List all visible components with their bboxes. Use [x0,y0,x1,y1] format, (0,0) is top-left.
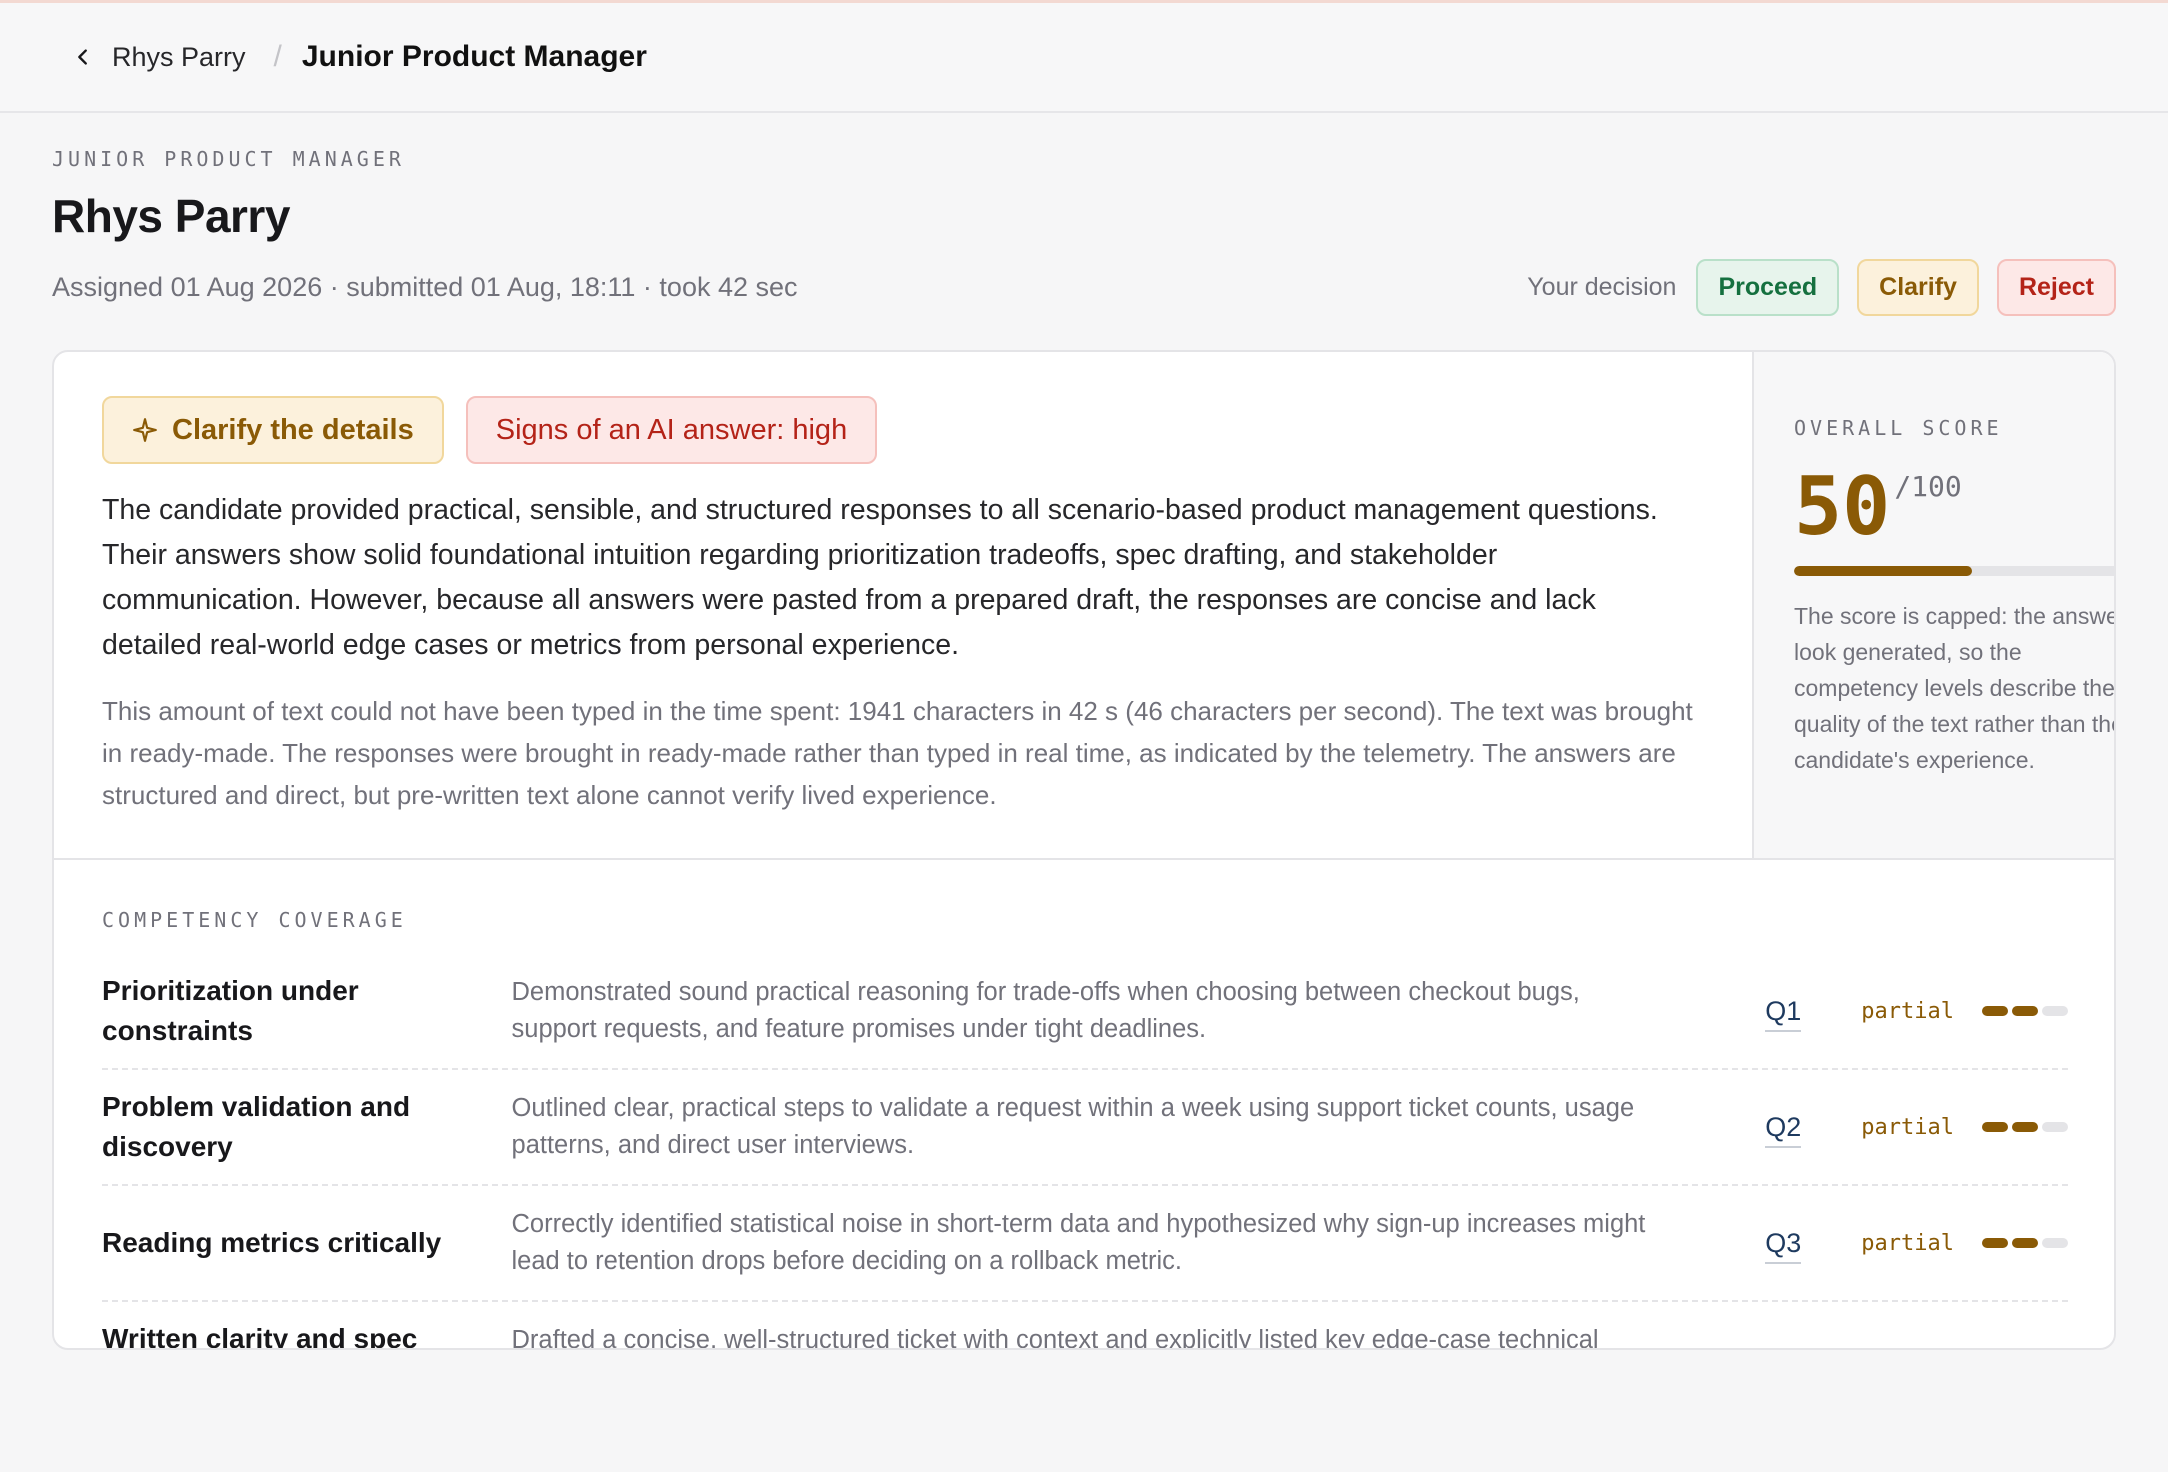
verdict-pill-label: Clarify the details [172,413,414,446]
competency-list: Prioritization under constraints Demonstr… [102,954,2068,1350]
back-button[interactable]: Rhys Parry [72,42,246,73]
level-meter [1982,1006,2068,1016]
competency-row: Written clarity and spec quality Drafted … [102,1302,2068,1350]
telemetry-note: This amount of text could not have been … [102,696,1693,810]
competency-level: partial [1861,998,1954,1024]
score-note: The score is capped: the answers look ge… [1794,603,2116,773]
question-link[interactable]: Q4 [1765,1343,1802,1348]
main-content: JUNIOR PRODUCT MANAGER Rhys Parry Assign… [0,147,2168,1350]
level-segment [1982,1122,2008,1132]
page-title: Rhys Parry [52,190,290,242]
level-meter [1982,1122,2068,1132]
score-eyebrow: OVERALL SCORE [1794,416,2003,440]
score-max: /100 [1894,470,1962,503]
competency-level: partial [1861,1230,1954,1256]
score-value: 50 [1794,460,1891,553]
competency-coverage: COMPETENCY COVERAGE Prioritization under… [54,860,2114,1350]
level-segment [1982,1238,2008,1248]
top-bar: Rhys Parry / Junior Product Manager [0,3,2168,113]
meta-row: Assigned 01 Aug 2026 · submitted 01 Aug,… [52,259,2116,316]
question-link[interactable]: Q3 [1765,1227,1802,1264]
evaluation-card: Clarify the details Signs of an AI answe… [52,350,2116,1350]
question-ref: Q3 [1687,1227,1802,1264]
question-link[interactable]: Q1 [1765,995,1802,1032]
level-segment [2042,1006,2068,1016]
level-segment [2012,1006,2038,1016]
level-segment [2012,1238,2038,1248]
proceed-button[interactable]: Proceed [1696,259,1840,316]
chevron-left-icon [78,49,87,65]
competency-name: Reading metrics critically [102,1227,442,1258]
competency-row: Prioritization under constraints Demonstr… [102,954,2068,1070]
competency-name: Prioritization under constraints [102,975,359,1046]
breadcrumb-candidate: Rhys Parry [112,41,246,72]
score-bar [1794,566,2114,576]
competency-level: partial [1801,1347,1954,1349]
competency-description: Outlined clear, practical steps to valid… [511,1094,1635,1159]
question-ref: Q1 [1687,995,1802,1032]
ai-signal-pill: Signs of an AI answer: high [465,396,878,464]
competency-name: Problem validation and discovery [102,1091,411,1162]
level-segment [1982,1006,2008,1016]
competency-name: Written clarity and spec quality [102,1323,418,1350]
level-meter [1982,1238,2068,1248]
coverage-eyebrow: COMPETENCY COVERAGE [102,908,407,932]
submission-meta: Assigned 01 Aug 2026 · submitted 01 Aug,… [52,272,798,302]
competency-row: Problem validation and discovery Outlined… [102,1070,2068,1186]
card-top: Clarify the details Signs of an AI answe… [54,352,2114,860]
competency-level: partial [1861,1114,1954,1140]
clarify-button[interactable]: Clarify [1857,259,1979,316]
question-link[interactable]: Q2 [1765,1111,1802,1148]
level-segment [2042,1238,2068,1248]
verdict-pill: Clarify the details [102,396,444,464]
breadcrumb-current: Junior Product Manager [301,40,647,73]
competency-description: Correctly identified statistical noise i… [511,1210,1646,1275]
score-panel: OVERALL SCORE 50 /100 The score is cappe… [1752,352,2116,858]
verdict-pills: Clarify the details Signs of an AI answe… [102,396,1702,464]
reject-button[interactable]: Reject [1996,259,2116,316]
score-bar-fill [1794,566,1972,576]
summary-text: The candidate provided practical, sensib… [102,494,1658,661]
decision-group: Your decision Proceed Clarify Reject [1527,259,2116,316]
level-segment [2012,1122,2038,1132]
question-ref: Q4 [1687,1343,1802,1348]
score-row: 50 /100 [1794,460,2114,553]
sparkle-icon [133,418,157,442]
question-ref: Q2 [1687,1111,1802,1148]
competency-description: Demonstrated sound practical reasoning f… [511,978,1580,1043]
competency-row: Reading metrics critically Correctly iden… [102,1186,2068,1302]
role-eyebrow: JUNIOR PRODUCT MANAGER [52,147,405,171]
competency-description: Drafted a concise, well-structured ticke… [511,1326,1599,1350]
decision-label: Your decision [1527,273,1677,301]
breadcrumb-separator: / [273,40,282,73]
summary-section: Clarify the details Signs of an AI answe… [54,352,1752,858]
level-segment [2042,1122,2068,1132]
